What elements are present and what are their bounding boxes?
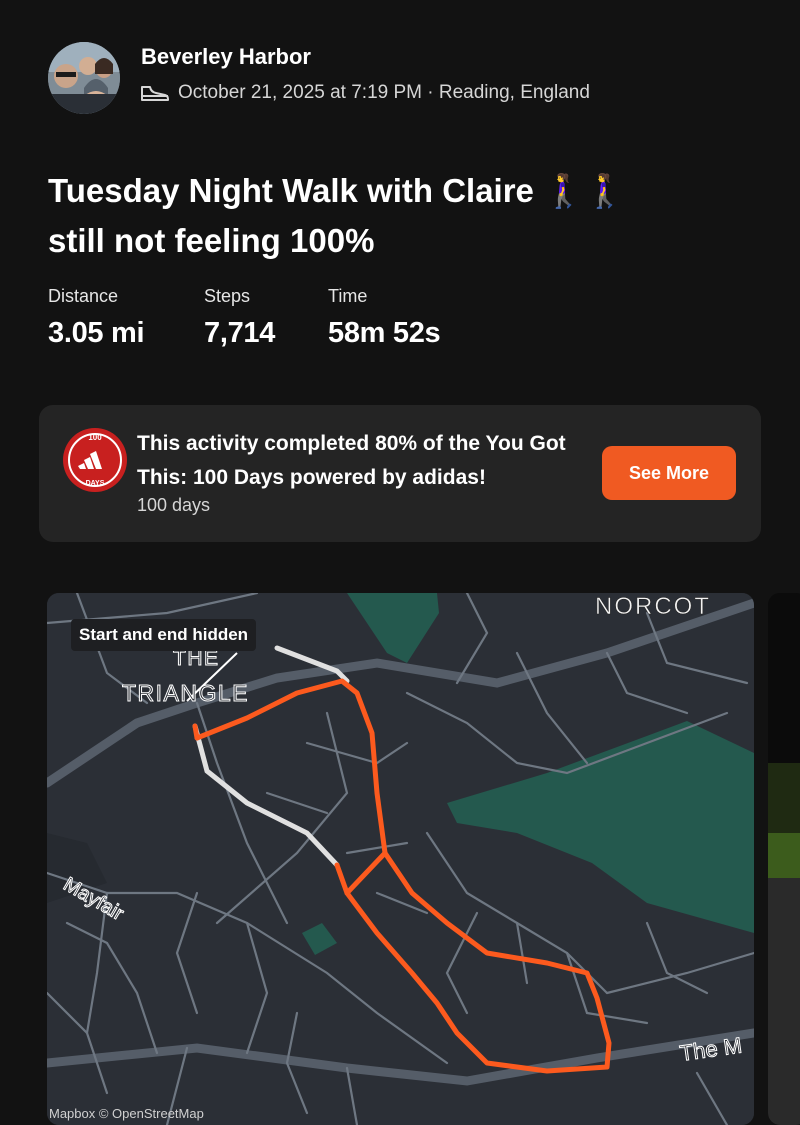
route-map[interactable]: NORCOT THE TRIANGLE Mayfair The M Start … [47,593,754,1125]
activity-title[interactable]: Tuesday Night Walk with Claire 🚶‍♀️🚶‍♀️ … [48,166,738,266]
athlete-name[interactable]: Beverley Harbor [141,44,311,70]
stat-label: Distance [48,286,119,306]
map-attribution[interactable]: Mapbox © OpenStreetMap [49,1106,204,1121]
stat-value: 58m 52s [328,317,441,349]
privacy-zone-label: Start and end hidden [71,619,257,651]
see-more-button[interactable]: See More [602,446,736,500]
map-canvas: NORCOT THE TRIANGLE Mayfair The M [47,593,754,1125]
activity-header: Beverley Harbor October 21, 2025 at 7:19… [48,42,768,114]
stat-label: Time [328,286,368,306]
stat-steps: Steps 7,714 [204,286,275,350]
activity-title-line: still not feeling 100% [48,222,375,259]
activity-date-location: October 21, 2025 at 7:19 PM · Reading, E… [178,82,590,103]
adidas-badge-icon: 100 DAYS [63,428,127,492]
stat-label: Steps [204,286,251,306]
walking-shoe-icon [141,86,169,101]
stat-value: 3.05 mi [48,317,145,349]
stat-time: Time 58m 52s [328,286,441,350]
activity-photo[interactable] [768,593,800,1125]
challenge-text: This activity completed 80% of the You G… [137,432,566,489]
activity-meta: October 21, 2025 at 7:19 PM · Reading, E… [140,82,590,104]
photo-preview [768,593,800,1125]
badge-bottom-text: DAYS [86,480,105,487]
badge-top-text: 100 [88,433,102,442]
avatar[interactable] [48,42,120,114]
challenge-card[interactable]: 100 DAYS This activity completed 80% of … [39,405,761,542]
stat-value: 7,714 [204,317,276,349]
challenge-subtitle: 100 days [137,495,211,515]
map-label-norcot: NORCOT [595,593,711,620]
map-label-triangle: TRIANGLE [122,680,249,706]
activity-title-line: Tuesday Night Walk with Claire 🚶‍♀️🚶‍♀️ [48,172,626,209]
stat-distance: Distance 3.05 mi [48,286,145,350]
